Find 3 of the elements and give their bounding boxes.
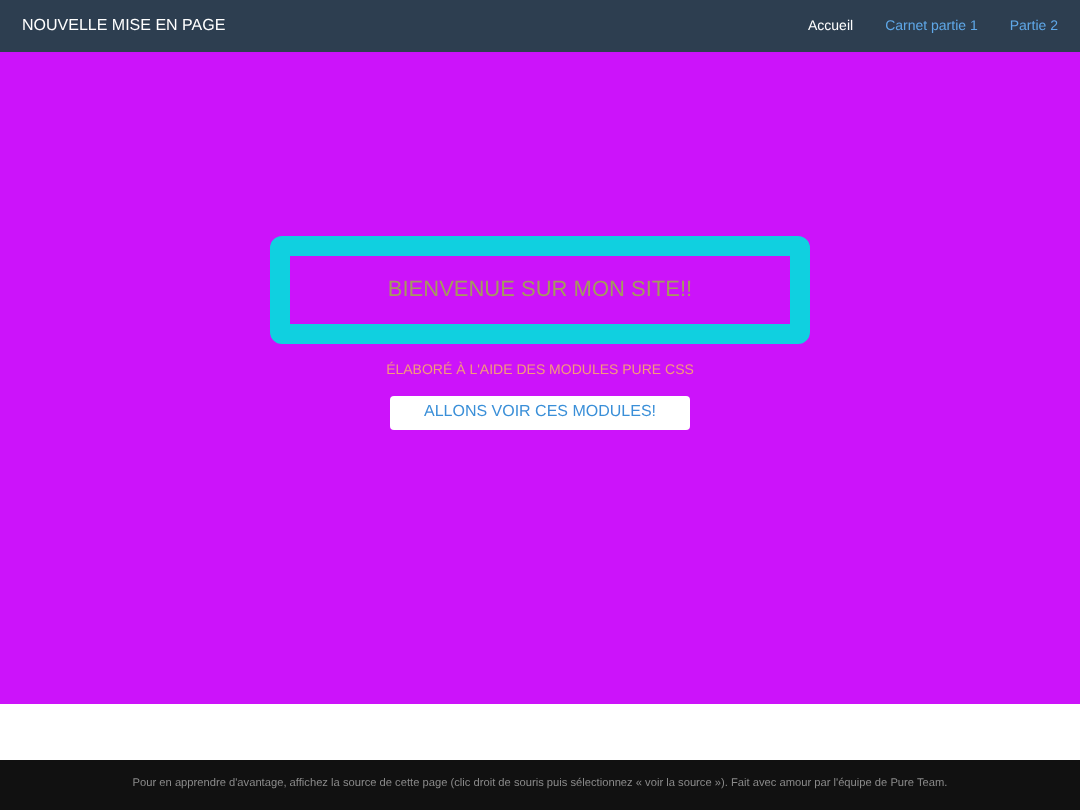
modules-button[interactable]: ALLONS VOIR CES MODULES!: [390, 395, 690, 429]
site-title: NOUVELLE MISE EN PAGE: [22, 18, 226, 34]
hero-title: BIENVENUE SUR MON SITE!!: [387, 275, 693, 306]
